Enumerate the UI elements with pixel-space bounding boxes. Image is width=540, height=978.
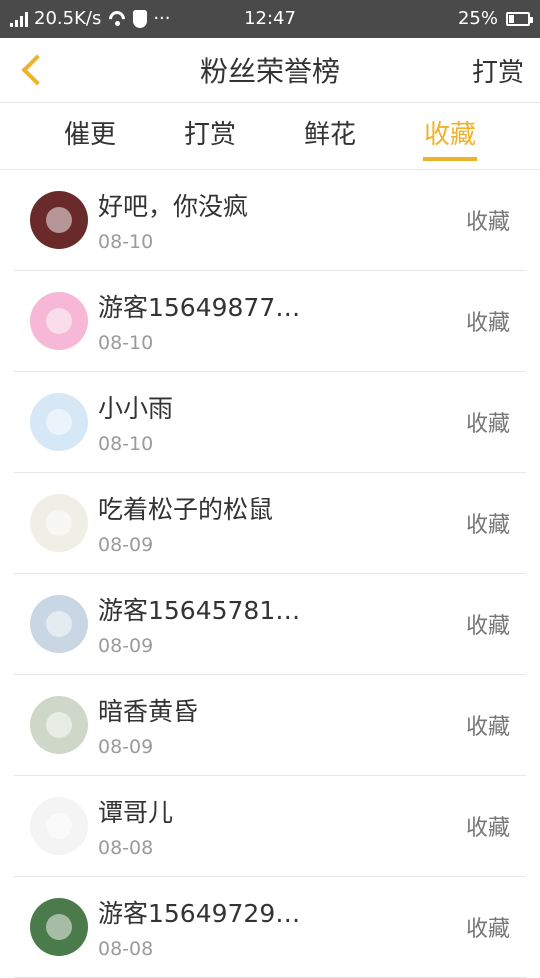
tab-label: 鲜花	[303, 120, 356, 150]
list-item[interactable]: 游客15645781… 08-09 收藏	[14, 574, 526, 675]
avatar[interactable]	[30, 494, 88, 552]
action-tag: 收藏	[465, 210, 510, 235]
signal-icon	[10, 11, 28, 27]
action-tag: 收藏	[465, 715, 510, 740]
status-time: 12:47	[244, 8, 296, 29]
list-item[interactable]: 小小雨 08-10 收藏	[14, 372, 526, 473]
status-bar: 20.5K/s ··· 12:47 25%	[0, 0, 540, 38]
battery-icon	[506, 11, 533, 26]
item-date: 08-09	[98, 534, 154, 556]
battery-percent: 25%	[457, 8, 498, 29]
reward-button[interactable]: 打赏	[472, 52, 524, 89]
user-name: 暗香黄昏	[98, 697, 199, 726]
tab-underline	[63, 157, 117, 161]
user-name: 谭哥儿	[98, 798, 174, 827]
wifi-icon	[107, 11, 127, 27]
tab-label: 打赏	[183, 120, 236, 150]
avatar[interactable]	[30, 696, 88, 754]
list-item[interactable]: 游客15649729… 08-08 收藏	[14, 877, 526, 978]
item-date: 08-10	[98, 433, 154, 455]
user-info: 吃着松子的松鼠 08-09	[98, 490, 318, 556]
back-button[interactable]	[12, 48, 53, 92]
user-name: 游客15649729…	[98, 899, 301, 928]
app-header: 粉丝荣誉榜 打赏	[0, 38, 540, 103]
avatar-image	[46, 409, 72, 435]
status-left: 20.5K/s ···	[10, 8, 171, 29]
avatar[interactable]	[30, 898, 88, 956]
tab-3[interactable]: 收藏	[390, 103, 510, 169]
tab-label: 收藏	[423, 120, 476, 150]
user-info: 暗香黄昏 08-09	[98, 692, 318, 758]
item-date: 08-08	[98, 938, 154, 960]
tab-underline	[183, 157, 237, 161]
action-tag: 收藏	[465, 412, 510, 437]
list-item[interactable]: 好吧，你没疯 08-10 收藏	[14, 170, 526, 271]
user-info: 游客15645781… 08-09	[98, 591, 318, 657]
user-name: 好吧，你没疯	[98, 192, 249, 221]
list-item[interactable]: 吃着松子的松鼠 08-09 收藏	[14, 473, 526, 574]
item-date: 08-08	[98, 837, 154, 859]
user-info: 游客15649729… 08-08	[98, 894, 318, 960]
network-speed: 20.5K/s	[34, 8, 102, 29]
page-title: 粉丝荣誉榜	[199, 55, 340, 88]
user-info: 谭哥儿 08-08	[98, 793, 318, 859]
user-name: 游客15649877…	[98, 293, 301, 322]
item-date: 08-09	[98, 635, 154, 657]
more-status-icon: ···	[153, 8, 171, 29]
action-tag: 收藏	[465, 614, 510, 639]
avatar-image	[46, 712, 72, 738]
list-item[interactable]: 游客15649877… 08-10 收藏	[14, 271, 526, 372]
avatar[interactable]	[30, 393, 88, 451]
action-tag: 收藏	[465, 513, 510, 538]
list-item[interactable]: 暗香黄昏 08-09 收藏	[14, 675, 526, 776]
avatar-image	[46, 611, 72, 637]
user-name: 吃着松子的松鼠	[98, 495, 274, 524]
action-tag: 收藏	[465, 816, 510, 841]
avatar-image	[46, 914, 72, 940]
tab-1[interactable]: 打赏	[150, 103, 270, 169]
item-date: 08-09	[98, 736, 154, 758]
status-right: 25%	[457, 8, 533, 29]
action-tag: 收藏	[465, 311, 510, 336]
tab-underline	[303, 157, 357, 161]
tab-label: 催更	[63, 120, 116, 150]
tab-0[interactable]: 催更	[30, 103, 150, 169]
avatar[interactable]	[30, 797, 88, 855]
fan-list: 好吧，你没疯 08-10 收藏 游客15649877… 08-10 收藏 小小雨 08-10 收…	[0, 170, 540, 978]
user-info: 小小雨 08-10	[98, 389, 318, 455]
avatar-image	[46, 813, 72, 839]
item-date: 08-10	[98, 332, 154, 354]
battery-level	[509, 14, 514, 23]
user-name: 游客15645781…	[98, 596, 301, 625]
back-chevron-icon	[21, 54, 53, 86]
avatar[interactable]	[30, 595, 88, 653]
avatar[interactable]	[30, 292, 88, 350]
user-info: 游客15649877… 08-10	[98, 288, 318, 354]
avatar-image	[46, 510, 72, 536]
shield-icon	[133, 9, 148, 28]
avatar[interactable]	[30, 191, 88, 249]
tab-2[interactable]: 鲜花	[270, 103, 390, 169]
user-info: 好吧，你没疯 08-10	[98, 187, 318, 253]
avatar-image	[46, 207, 72, 233]
list-item[interactable]: 谭哥儿 08-08 收藏	[14, 776, 526, 877]
action-tag: 收藏	[465, 917, 510, 942]
item-date: 08-10	[98, 231, 154, 253]
avatar-image	[46, 308, 72, 334]
tab-bar: 催更 打赏 鲜花 收藏	[0, 103, 540, 170]
tab-underline	[423, 157, 477, 161]
user-name: 小小雨	[98, 394, 174, 423]
